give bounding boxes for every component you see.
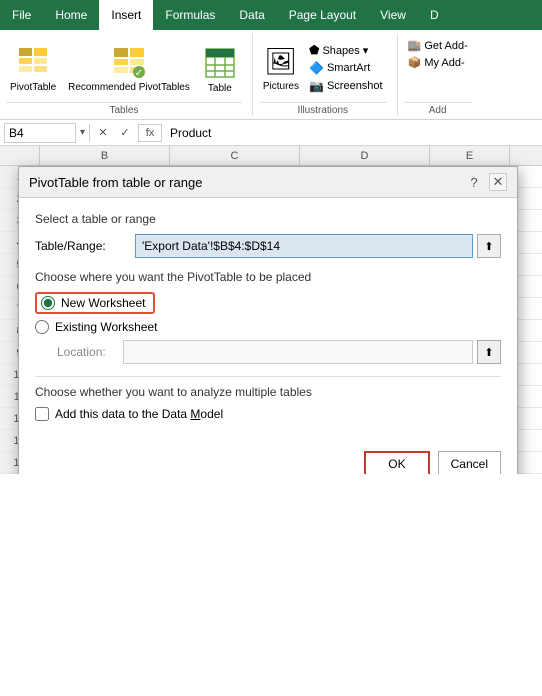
spreadsheet-area: B C D E 1 2 Drop Down List with Unique V… [0,146,542,474]
dialog-overlay: PivotTable from table or range ? ✕ Selec… [0,146,542,474]
section1-label: Select a table or range [35,212,501,226]
pictures-label: Pictures [263,81,299,92]
dialog-title: PivotTable from table or range [29,175,202,190]
tab-insert[interactable]: Insert [99,0,153,30]
get-addins-label: Get Add- [424,40,467,52]
tab-data[interactable]: Data [227,0,276,30]
smartart-button[interactable]: 🔷 SmartArt [305,60,387,76]
pivottable-icon [15,42,51,82]
ribbon-group-tables: PivotTable ✓ Recommended Piv [6,34,253,116]
existing-worksheet-label: Existing Worksheet [55,320,158,334]
tab-home[interactable]: Home [43,0,99,30]
pictures-button[interactable]: 🖼 Pictures [259,38,303,95]
ribbon-group-illustrations: 🖼 Pictures ⬟ Shapes ▾ 🔷 SmartArt 📷 Scree… [259,34,398,116]
col-header-c: C [170,146,300,165]
recommended-pt-label: Recommended PivotTables [68,82,190,94]
my-addins-button[interactable]: 📦 My Add- [404,55,472,70]
get-addins-button[interactable]: 🏬 Get Add- [404,38,472,53]
table-label: Table [208,83,232,94]
addins-group-label: Add [404,102,472,116]
name-box[interactable]: B4 [4,123,76,143]
dialog-close-button[interactable]: ✕ [489,173,507,191]
ribbon-group-addins: 🏬 Get Add- 📦 My Add- Add [404,34,472,116]
pivottable-button[interactable]: PivotTable [6,39,60,97]
dialog-body: Select a table or range Table/Range: ⬆ C… [19,198,517,447]
table-range-browse-button[interactable]: ⬆ [477,234,501,258]
formula-bar: B4 ▾ ✕ ✓ fx Product [0,120,542,146]
section3-label: Choose whether you want to analyze multi… [35,385,501,399]
section2-label: Choose where you want the PivotTable to … [35,270,501,284]
location-row: Location: ⬆ [57,340,501,364]
table-range-label: Table/Range: [35,239,127,253]
dialog-title-bar: PivotTable from table or range ? ✕ [19,167,517,198]
smartart-label: SmartArt [327,62,370,74]
dialog-help-button[interactable]: ? [465,173,483,191]
insert-function-button[interactable]: fx [138,124,162,142]
cancel-button[interactable]: Cancel [438,451,501,474]
tables-group-label: Tables [6,102,242,116]
location-browse-button[interactable]: ⬆ [477,340,501,364]
shapes-icon: ⬟ [309,43,319,57]
data-model-checkbox-row: Add this data to the Data Model [35,407,501,421]
svg-text:✓: ✓ [135,68,143,78]
corner-cell [0,146,40,165]
pivottable-label: PivotTable [10,82,56,94]
screenshot-button[interactable]: 📷 Screenshot [305,78,387,94]
illustrations-group-label: Illustrations [259,102,387,116]
my-addins-label: My Add- [424,57,464,69]
formula-bar-separator [89,124,90,142]
tab-file[interactable]: File [0,0,43,30]
existing-worksheet-radio[interactable] [35,320,49,334]
my-addins-icon: 📦 [408,56,422,69]
screenshot-label: Screenshot [327,80,383,92]
tab-view[interactable]: View [368,0,418,30]
smartart-icon: 🔷 [309,61,324,75]
name-box-dropdown[interactable]: ▾ [80,127,85,138]
table-range-row: Table/Range: ⬆ [35,234,501,258]
new-worksheet-label: New Worksheet [61,296,145,310]
column-headers: B C D E [0,146,542,166]
table-icon [202,43,238,83]
dialog-footer: OK Cancel [19,447,517,474]
tab-formulas[interactable]: Formulas [153,0,227,30]
dialog-divider [35,376,501,377]
formula-value: Product [166,124,538,142]
table-button[interactable]: Table [198,40,242,97]
tab-d[interactable]: D [418,0,451,30]
confirm-formula-button[interactable]: ✓ [116,124,134,142]
recommended-pivottables-button[interactable]: ✓ Recommended PivotTables [64,39,194,97]
pictures-icon: 🖼 [263,41,299,81]
location-label: Location: [57,345,115,359]
shapes-label: Shapes ▾ [322,44,368,57]
recommended-pt-icon: ✓ [111,42,147,82]
new-worksheet-radio[interactable] [41,296,55,310]
col-header-e: E [430,146,510,165]
col-header-d: D [300,146,430,165]
data-model-label: Add this data to the Data Model [55,407,223,421]
ribbon-tabs-bar: File Home Insert Formulas Data Page Layo… [0,0,542,30]
data-model-checkbox[interactable] [35,407,49,421]
shapes-button[interactable]: ⬟ Shapes ▾ [305,42,387,58]
table-range-input[interactable] [135,234,473,258]
existing-worksheet-option: Existing Worksheet [35,320,501,334]
cancel-formula-button[interactable]: ✕ [94,124,112,142]
col-header-b: B [40,146,170,165]
location-input[interactable] [123,340,473,364]
ribbon-content: PivotTable ✓ Recommended Piv [0,30,542,120]
pivot-dialog: PivotTable from table or range ? ✕ Selec… [18,166,518,474]
ok-button[interactable]: OK [364,451,429,474]
screenshot-icon: 📷 [309,79,324,93]
new-worksheet-option: New Worksheet [35,292,155,314]
tab-pagelayout[interactable]: Page Layout [277,0,368,30]
get-addins-icon: 🏬 [408,39,422,52]
